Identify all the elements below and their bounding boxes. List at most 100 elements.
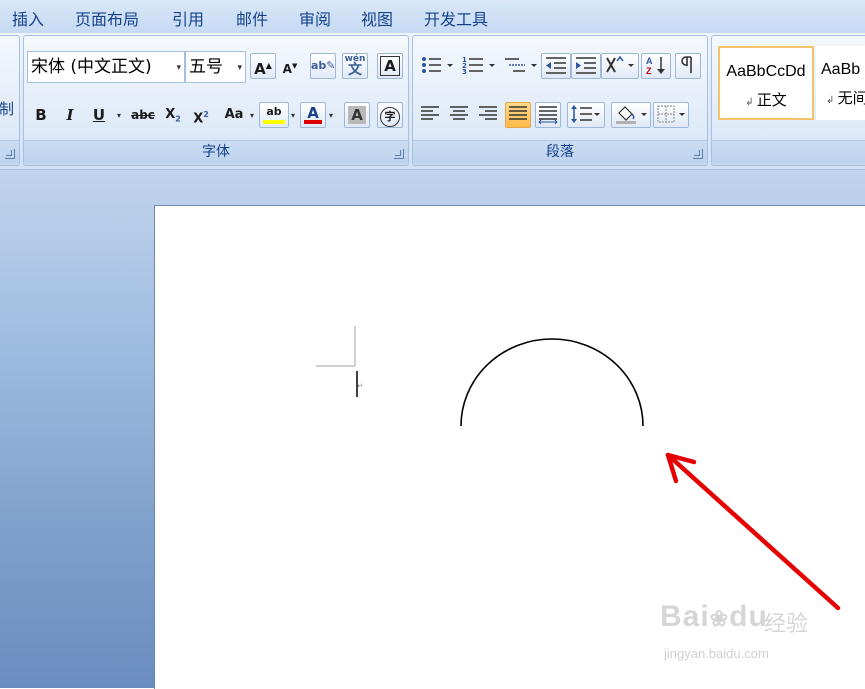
clipboard-launcher-icon[interactable] bbox=[5, 149, 15, 159]
font-name-combo[interactable]: 宋体 (中文正文) ▾ bbox=[27, 51, 185, 83]
border-grid-icon bbox=[657, 105, 685, 123]
chinese-layout-icon bbox=[606, 55, 634, 73]
align-right-icon bbox=[479, 106, 497, 120]
change-case-icon: Aa bbox=[224, 107, 244, 122]
font-color-bar bbox=[304, 120, 322, 124]
bullet-list-icon bbox=[422, 57, 453, 73]
svg-text:A: A bbox=[646, 56, 653, 66]
style-normal-sample: AaBbCcDd bbox=[726, 63, 806, 80]
numbering-button[interactable]: 123 bbox=[459, 53, 499, 79]
format-painter-label[interactable]: 制 bbox=[0, 98, 14, 119]
chevron-down-icon: ▾ bbox=[176, 63, 181, 73]
tab-view[interactable]: 视图 bbox=[361, 6, 393, 30]
shrink-font-button[interactable]: A▼ bbox=[277, 53, 303, 79]
chevron-down-icon: ▾ bbox=[237, 63, 242, 73]
enclose-characters-icon: 字 bbox=[380, 107, 400, 127]
superscript-icon: X bbox=[193, 111, 204, 127]
highlight-button[interactable]: ab bbox=[259, 102, 289, 128]
paragraph-return-icon: ↲ bbox=[826, 95, 838, 106]
change-case-dropdown-icon[interactable]: ▾ bbox=[250, 111, 254, 120]
increase-indent-button[interactable] bbox=[571, 53, 601, 79]
line-spacing-button[interactable] bbox=[567, 102, 605, 128]
tab-review[interactable]: 审阅 bbox=[299, 6, 331, 30]
align-center-icon bbox=[450, 106, 468, 120]
highlighter-icon: ab bbox=[266, 105, 282, 118]
align-left-button[interactable] bbox=[417, 102, 443, 128]
distributed-icon bbox=[538, 106, 558, 125]
style-normal-name: 正文 bbox=[756, 91, 787, 109]
decrease-indent-button[interactable] bbox=[541, 53, 571, 79]
character-border-button[interactable]: A bbox=[377, 53, 403, 79]
svg-text:Z: Z bbox=[646, 66, 652, 76]
tab-page-layout[interactable]: 页面布局 bbox=[75, 6, 139, 30]
justify-icon bbox=[509, 106, 527, 120]
style-no-spacing[interactable]: AaBb ↲ 无间 bbox=[816, 46, 865, 120]
clear-format-button[interactable]: ab✎ bbox=[310, 53, 336, 79]
show-marks-button[interactable] bbox=[675, 53, 701, 79]
justify-button[interactable] bbox=[505, 102, 531, 128]
watermark-brand-2: du bbox=[729, 600, 768, 633]
watermark-url: jingyan.baidu.com bbox=[664, 646, 769, 661]
paragraph-dialog-launcher-icon[interactable] bbox=[693, 149, 703, 159]
italic-button[interactable]: I bbox=[57, 102, 83, 128]
style-no-spacing-name: 无间 bbox=[837, 89, 865, 107]
sort-button[interactable]: A Z bbox=[641, 53, 671, 79]
paragraph-group: 123 A Z 段落 bbox=[412, 35, 708, 166]
phonetic-char: 文 bbox=[348, 62, 362, 78]
phonetic-guide-button[interactable]: wén 文 bbox=[342, 53, 368, 79]
watermark-brand-1: Bai bbox=[660, 600, 710, 633]
italic-icon: I bbox=[66, 106, 74, 124]
chinese-layout-button[interactable] bbox=[601, 53, 639, 79]
bullets-button[interactable] bbox=[417, 53, 457, 79]
paragraph-mark-icon bbox=[681, 56, 692, 73]
style-normal[interactable]: AaBbCcDd ↲ 正文 bbox=[718, 46, 814, 120]
character-shading-icon: A bbox=[348, 106, 366, 124]
enclose-characters-button[interactable]: 字 bbox=[377, 102, 403, 128]
subscript-button[interactable]: X2 bbox=[160, 102, 186, 128]
bold-icon: B bbox=[35, 106, 47, 124]
paw-icon: ❀ bbox=[709, 606, 730, 631]
font-color-dropdown-icon[interactable]: ▾ bbox=[329, 111, 333, 120]
character-shading-button[interactable]: A bbox=[344, 102, 370, 128]
align-left-icon bbox=[421, 106, 439, 120]
strikethrough-button[interactable]: abc bbox=[128, 102, 158, 128]
tab-mailings[interactable]: 邮件 bbox=[236, 6, 268, 30]
watermark-jingyan: 经验 bbox=[764, 612, 809, 637]
align-right-button[interactable] bbox=[475, 102, 501, 128]
tab-developer[interactable]: 开发工具 bbox=[424, 6, 488, 30]
font-dialog-launcher-icon[interactable] bbox=[394, 149, 404, 159]
underline-button[interactable]: U bbox=[86, 102, 112, 128]
styles-group-label bbox=[712, 140, 865, 163]
font-color-button[interactable]: A bbox=[300, 102, 326, 128]
multilevel-list-button[interactable] bbox=[501, 53, 541, 79]
numbered-list-icon: 123 bbox=[462, 56, 495, 76]
styles-group: AaBbCcDd ↲ 正文 AaBb ↲ 无间 bbox=[711, 35, 865, 166]
font-size-combo[interactable]: 五号 ▾ bbox=[185, 51, 246, 83]
paint-bucket-icon bbox=[616, 106, 647, 124]
underline-dropdown-icon[interactable]: ▾ bbox=[117, 111, 121, 120]
ribbon: 制 宋体 (中文正文) ▾ 五号 ▾ A▲ A▼ ab✎ wén 文 A B I… bbox=[0, 33, 865, 170]
bold-button[interactable]: B bbox=[28, 102, 54, 128]
grow-font-button[interactable]: A▲ bbox=[250, 53, 276, 79]
align-center-button[interactable] bbox=[446, 102, 472, 128]
shading-button[interactable] bbox=[611, 102, 651, 128]
highlight-dropdown-icon[interactable]: ▾ bbox=[291, 111, 295, 120]
tab-references[interactable]: 引用 bbox=[172, 6, 204, 30]
clipboard-group: 制 bbox=[0, 35, 20, 166]
highlight-color-bar bbox=[263, 120, 285, 124]
font-group: 宋体 (中文正文) ▾ 五号 ▾ A▲ A▼ ab✎ wén 文 A B I U… bbox=[23, 35, 409, 166]
borders-button[interactable] bbox=[653, 102, 689, 128]
font-name-value: 宋体 (中文正文) bbox=[31, 57, 152, 77]
grow-font-icon: A bbox=[254, 60, 266, 78]
font-size-value: 五号 bbox=[189, 57, 223, 77]
watermark-brand: Bai❀du bbox=[660, 600, 768, 634]
increase-indent-icon bbox=[576, 57, 596, 74]
distributed-button[interactable] bbox=[535, 102, 561, 128]
multilevel-list-icon bbox=[505, 58, 537, 72]
paragraph-return-icon: ↲ bbox=[745, 97, 757, 108]
tab-insert[interactable]: 插入 bbox=[12, 6, 44, 30]
superscript-button[interactable]: X2 bbox=[188, 102, 214, 128]
change-case-button[interactable]: Aa bbox=[218, 102, 250, 128]
font-group-label: 字体 bbox=[24, 140, 408, 163]
paragraph-group-label: 段落 bbox=[413, 140, 707, 163]
